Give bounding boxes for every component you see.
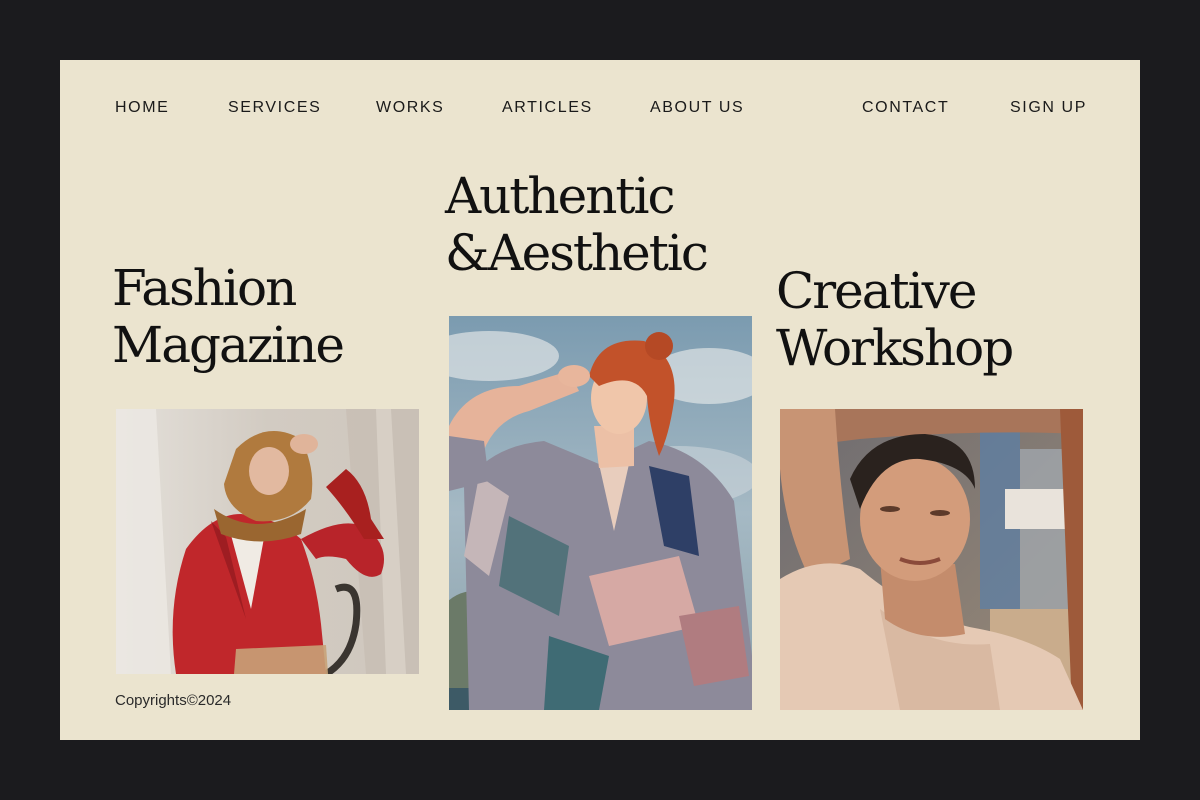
copyright-text: Copyrights©2024 (115, 692, 232, 709)
nav-sign-up-link[interactable]: SIGN UP (1010, 98, 1087, 118)
fashion-photo-sunlit-portrait (780, 409, 1083, 710)
headline-line: Workshop (776, 319, 1014, 377)
creative-workshop-headline: Creative Workshop (776, 262, 1014, 377)
headline-line: &Aesthetic (445, 224, 709, 282)
headline-line: Magazine (112, 316, 345, 374)
headline-line: Authentic (445, 167, 675, 225)
nav-services-link[interactable]: SERVICES (228, 98, 321, 118)
fashion-photo-red-blazer (116, 409, 419, 674)
authentic-aesthetic-headline: Authentic &Aesthetic (445, 167, 709, 282)
landing-page: HOME SERVICES WORKS ARTICLES ABOUT US CO… (60, 60, 1140, 740)
nav-works-link[interactable]: WORKS (376, 98, 444, 118)
nav-articles-link[interactable]: ARTICLES (502, 98, 593, 118)
fashion-photo-patterned-shirt (449, 316, 752, 710)
fashion-magazine-headline: Fashion Magazine (112, 259, 345, 374)
nav-contact-link[interactable]: CONTACT (862, 98, 949, 118)
headline-line: Fashion (112, 259, 297, 317)
headline-line: Creative (776, 262, 977, 320)
nav-about-us-link[interactable]: ABOUT US (650, 98, 744, 118)
nav-home-link[interactable]: HOME (115, 98, 169, 118)
